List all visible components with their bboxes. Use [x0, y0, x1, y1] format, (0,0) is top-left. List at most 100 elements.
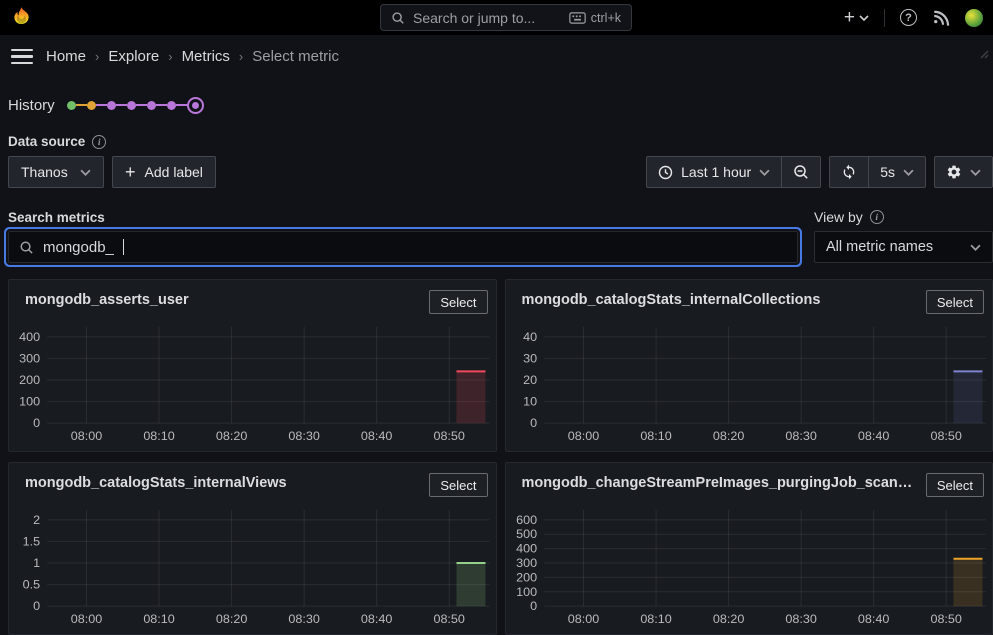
svg-text:300: 300 — [19, 351, 40, 365]
metric-panels-grid: mongodb_asserts_userSelect40030020010000… — [8, 279, 993, 635]
metric-chart[interactable]: 600500400300200100008:0008:1008:2008:300… — [512, 500, 987, 630]
select-metric-button[interactable]: Select — [429, 290, 487, 314]
zoom-out-time-button[interactable] — [781, 157, 820, 187]
datasource-label-row: Data source i — [8, 134, 993, 149]
svg-text:08:40: 08:40 — [857, 429, 889, 443]
history-node[interactable] — [67, 101, 76, 110]
svg-text:40: 40 — [523, 330, 537, 344]
datasource-picker[interactable]: Thanos — [8, 156, 104, 188]
svg-text:0.5: 0.5 — [23, 578, 41, 592]
top-nav-bar: Search or jump to... ctrl+k + ? — [0, 0, 993, 35]
info-icon[interactable]: i — [92, 135, 106, 149]
svg-text:10: 10 — [523, 395, 537, 409]
breadcrumb: Home › Explore › Metrics › Select metric — [46, 48, 339, 65]
plus-icon: + — [844, 8, 855, 27]
breadcrumb-home[interactable]: Home — [46, 48, 86, 65]
svg-text:0: 0 — [33, 416, 40, 430]
select-metric-button[interactable]: Select — [926, 290, 984, 314]
help-button[interactable]: ? — [900, 9, 917, 26]
breadcrumb-select-metric: Select metric — [252, 48, 339, 65]
svg-text:08:40: 08:40 — [361, 612, 393, 626]
svg-text:100: 100 — [19, 395, 40, 409]
select-metric-button[interactable]: Select — [926, 473, 984, 497]
settings-button[interactable] — [935, 157, 992, 187]
history-node[interactable] — [107, 101, 116, 110]
refresh-interval-value: 5s — [880, 164, 895, 180]
svg-text:08:00: 08:00 — [71, 612, 103, 626]
metric-search-input[interactable]: mongodb_ — [8, 231, 798, 263]
global-search-input[interactable]: Search or jump to... ctrl+k — [380, 4, 632, 31]
breadcrumb-metrics[interactable]: Metrics — [182, 48, 230, 65]
svg-text:08:40: 08:40 — [857, 612, 889, 626]
svg-text:20: 20 — [523, 373, 537, 387]
metric-panel: mongodb_asserts_userSelect40030020010000… — [8, 279, 497, 452]
svg-text:08:20: 08:20 — [712, 429, 744, 443]
breadcrumb-separator: › — [168, 49, 172, 64]
time-range-value: Last 1 hour — [681, 164, 751, 180]
svg-text:08:10: 08:10 — [640, 612, 672, 626]
svg-text:08:00: 08:00 — [567, 612, 599, 626]
time-range-picker[interactable]: Last 1 hour — [647, 157, 781, 187]
svg-text:1.5: 1.5 — [23, 534, 41, 548]
panel-title: mongodb_catalogStats_internalViews — [25, 475, 287, 491]
menu-toggle-button[interactable] — [4, 39, 40, 75]
history-connector — [76, 104, 87, 107]
svg-text:08:30: 08:30 — [288, 612, 320, 626]
svg-text:08:20: 08:20 — [216, 429, 248, 443]
settings-group — [934, 156, 993, 188]
plus-icon: + — [125, 163, 136, 181]
news-rss-icon[interactable] — [932, 9, 950, 27]
panel-header: mongodb_asserts_userSelect — [9, 280, 496, 314]
svg-text:08:20: 08:20 — [712, 612, 744, 626]
history-connector — [116, 104, 127, 107]
add-label-text: Add label — [145, 164, 203, 180]
view-by-column: View by i All metric names — [814, 209, 993, 263]
search-icon — [19, 240, 34, 255]
select-metric-button[interactable]: Select — [429, 473, 487, 497]
history-node-current[interactable] — [187, 97, 204, 114]
chevron-down-icon — [970, 244, 981, 251]
metric-chart[interactable]: 400300200100008:0008:1008:2008:3008:4008… — [15, 317, 490, 447]
keyboard-icon — [569, 12, 586, 24]
history-connector — [156, 104, 167, 107]
text-caret — [123, 239, 125, 255]
metric-panel: mongodb_catalogStats_internalViews Select… — [8, 462, 497, 635]
metric-chart[interactable]: 40302010008:0008:1008:2008:3008:4008:50 — [512, 317, 987, 447]
refresh-interval-picker[interactable]: 5s — [868, 157, 925, 187]
view-by-select[interactable]: All metric names — [814, 231, 993, 263]
user-avatar[interactable] — [965, 9, 983, 27]
search-metrics-label: Search metrics — [8, 210, 105, 225]
breadcrumb-explore[interactable]: Explore — [108, 48, 159, 65]
new-menu-button[interactable]: + — [844, 8, 869, 27]
svg-text:500: 500 — [516, 527, 537, 541]
metric-chart[interactable]: 21.510.5008:0008:1008:2008:3008:4008:50 — [15, 500, 490, 630]
history-node[interactable] — [87, 101, 96, 110]
info-icon[interactable]: i — [870, 210, 884, 224]
svg-text:300: 300 — [516, 556, 537, 570]
topbar-actions: + ? — [844, 0, 983, 35]
datasource-value: Thanos — [21, 164, 68, 180]
breadcrumb-bar: Home › Explore › Metrics › Select metric — [0, 35, 993, 78]
history-connector — [136, 104, 147, 107]
chevron-down-icon — [903, 169, 914, 176]
history-node[interactable] — [127, 101, 136, 110]
svg-text:08:00: 08:00 — [567, 429, 599, 443]
add-label-button[interactable]: + Add label — [112, 156, 216, 188]
svg-text:600: 600 — [516, 513, 537, 527]
explore-metrics-content: History Data source i Thanos + Add label — [0, 95, 993, 635]
search-row: Search metrics mongodb_ View by i All me… — [8, 209, 993, 263]
svg-text:2: 2 — [33, 513, 40, 527]
chevron-down-icon — [970, 169, 981, 176]
grafana-logo-icon[interactable] — [10, 6, 33, 29]
svg-text:200: 200 — [516, 570, 537, 584]
refresh-icon — [841, 164, 857, 180]
breadcrumb-separator: › — [239, 49, 243, 64]
history-node[interactable] — [167, 101, 176, 110]
history-node[interactable] — [147, 101, 156, 110]
svg-text:400: 400 — [19, 330, 40, 344]
refresh-button[interactable] — [830, 157, 868, 187]
panel-header: mongodb_changeStreamPreImages_purgingJob… — [506, 463, 993, 497]
chevron-down-icon — [859, 15, 869, 21]
svg-text:08:00: 08:00 — [71, 429, 103, 443]
svg-text:08:10: 08:10 — [143, 429, 175, 443]
